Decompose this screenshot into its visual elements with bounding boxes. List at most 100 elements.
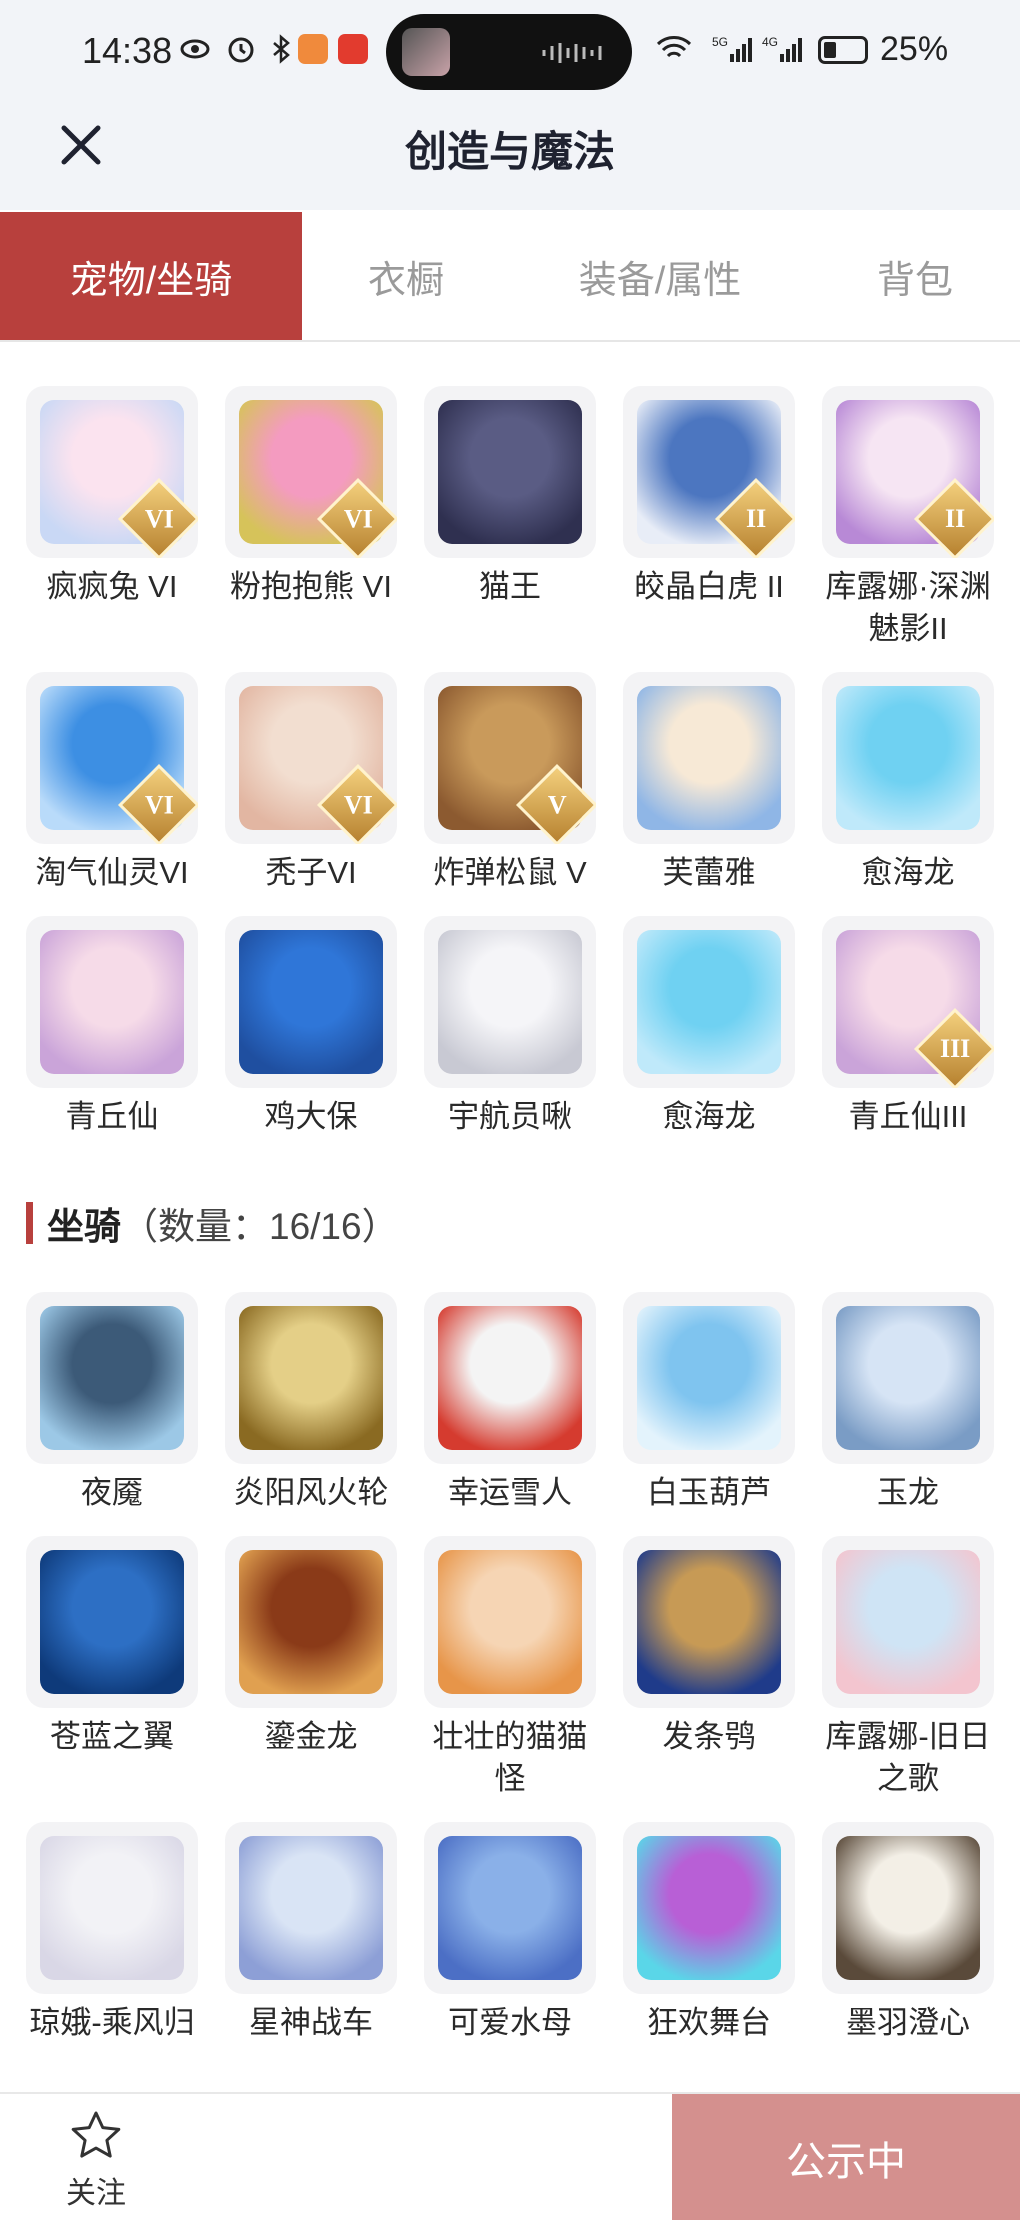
pet-item[interactable]: VI 淘气仙灵VI (26, 672, 198, 894)
mount-item[interactable]: 琼娥-乘风归 (26, 1822, 198, 2044)
pet-name: 库露娜·深渊魅影II (825, 569, 991, 646)
mount-item[interactable]: 炎阳风火轮 (225, 1292, 397, 1514)
level-badge-text: II (944, 504, 966, 533)
pet-item[interactable]: 愈海龙 (822, 672, 994, 894)
stage-icon (637, 1836, 781, 1980)
mount-item[interactable]: 苍蓝之翼 (26, 1536, 198, 1800)
public-button[interactable]: 公示中 (672, 2094, 1020, 2220)
gourd-icon (637, 1306, 781, 1450)
girl-icon (836, 1550, 980, 1694)
pet-item[interactable]: 愈海龙 (623, 916, 795, 1138)
tab-pets-mounts[interactable]: 宠物/坐骑 (0, 212, 302, 340)
mount-thumbnail (26, 1536, 198, 1708)
pet-item[interactable]: VI 粉抱抱熊 VI (225, 386, 397, 650)
signal-4g-icon: 4G (762, 35, 802, 62)
tab-wardrobe[interactable]: 衣橱 (302, 212, 510, 340)
owl-icon (637, 1550, 781, 1694)
pet-name: 猫王 (479, 569, 541, 604)
chariot-icon (239, 1836, 383, 1980)
fox-girl-icon (40, 930, 184, 1074)
cat-icon (438, 400, 582, 544)
pet-item[interactable]: 猫王 (424, 386, 596, 650)
sword-icon (836, 1836, 980, 1980)
mount-item[interactable]: 狂欢舞台 (623, 1822, 795, 2044)
mount-thumbnail (424, 1536, 596, 1708)
mount-name: 墨羽澄心 (846, 2005, 970, 2040)
mount-thumbnail (424, 1822, 596, 1994)
mount-name: 发条鸮 (662, 1719, 756, 1754)
tab-equipment[interactable]: 装备/属性 (510, 212, 810, 340)
pet-name: 淘气仙灵VI (35, 855, 189, 890)
level-badge-text: VI (144, 790, 174, 819)
nightmare-horse-icon (40, 1306, 184, 1450)
mount-item[interactable]: 库露娜-旧日之歌 (822, 1536, 994, 1800)
pet-item[interactable]: 芙蕾雅 (623, 672, 795, 894)
pet-thumbnail: V (424, 672, 596, 844)
pet-thumbnail (424, 386, 596, 558)
mount-thumbnail (822, 1822, 994, 1994)
follow-button[interactable]: 关注 (58, 2108, 134, 2212)
svg-text:5G: 5G (712, 35, 728, 49)
pet-name: 青丘仙III (848, 1099, 968, 1134)
pet-name: 鸡大保 (264, 1099, 358, 1134)
pet-item[interactable]: VI 疯疯兔 VI (26, 386, 198, 650)
pet-item[interactable]: 鸡大保 (225, 916, 397, 1138)
pet-item[interactable]: V 炸弹松鼠 V (424, 672, 596, 894)
pet-name: 青丘仙 (65, 1099, 159, 1134)
mount-thumbnail (623, 1822, 795, 1994)
mount-name: 鎏金龙 (264, 1719, 358, 1754)
pet-thumbnail (225, 916, 397, 1088)
mount-thumbnail (424, 1292, 596, 1464)
fairy-icon (40, 1836, 184, 1980)
pet-thumbnail (822, 672, 994, 844)
astronaut-icon (438, 930, 582, 1074)
section-count: （数量：16/16） (121, 1206, 399, 1247)
pet-thumbnail: VI (225, 386, 397, 558)
pet-name: 秃子VI (265, 855, 357, 890)
mount-thumbnail (822, 1292, 994, 1464)
mount-item[interactable]: 可爱水母 (424, 1822, 596, 2044)
mount-thumbnail (26, 1822, 198, 1994)
mount-item[interactable]: 幸运雪人 (424, 1292, 596, 1514)
mount-thumbnail (225, 1292, 397, 1464)
mount-name: 白玉葫芦 (647, 1475, 771, 1510)
pet-thumbnail (424, 916, 596, 1088)
jade-dragon-icon (836, 1306, 980, 1450)
blue-wing-icon (40, 1550, 184, 1694)
pet-thumbnail: II (822, 386, 994, 558)
top-nav: 创造与魔法 (0, 100, 1020, 210)
pet-item[interactable]: 宇航员啾 (424, 916, 596, 1138)
mount-name: 炎阳风火轮 (233, 1475, 389, 1510)
mount-item[interactable]: 鎏金龙 (225, 1536, 397, 1800)
mounts-grid: 夜魇 炎阳风火轮 幸运雪人 白玉葫芦 玉龙苍蓝之翼 鎏金龙 壮壮的猫猫怪 发条鸮 库露娜-旧日之… (26, 1292, 996, 2044)
wifi-icon (656, 36, 692, 58)
mount-item[interactable]: 夜魇 (26, 1292, 198, 1514)
pet-name: 皎晶白虎 II (634, 569, 784, 604)
level-badge-text: V (547, 790, 567, 819)
mount-item[interactable]: 墨羽澄心 (822, 1822, 994, 2044)
pet-item[interactable]: VI 秃子VI (225, 672, 397, 894)
mount-item[interactable]: 星神战车 (225, 1822, 397, 2044)
dynamic-island (386, 14, 632, 90)
tab-backpack[interactable]: 背包 (810, 212, 1020, 340)
pet-item[interactable]: II 库露娜·深渊魅影II (822, 386, 994, 650)
pet-thumbnail: II (623, 386, 795, 558)
pet-item[interactable]: 青丘仙 (26, 916, 198, 1138)
level-badge-text: III (939, 1033, 971, 1063)
mount-item[interactable]: 发条鸮 (623, 1536, 795, 1800)
bluetooth-icon (273, 34, 290, 64)
mount-item[interactable]: 白玉葫芦 (623, 1292, 795, 1514)
pet-name: 疯疯兔 VI (46, 569, 178, 604)
status-time: 14:38 (82, 30, 173, 71)
level-badge-text: VI (343, 504, 373, 533)
jellyfish-icon (438, 1836, 582, 1980)
mount-name: 可爱水母 (448, 2005, 572, 2040)
pet-item[interactable]: III 青丘仙III (822, 916, 994, 1138)
pet-item[interactable]: II 皎晶白虎 II (623, 386, 795, 650)
mount-name: 夜魇 (81, 1475, 143, 1510)
mount-name: 琼娥-乘风归 (29, 2005, 195, 2040)
pet-name: 愈海龙 (861, 855, 955, 890)
mount-item[interactable]: 壮壮的猫猫怪 (424, 1536, 596, 1800)
mount-item[interactable]: 玉龙 (822, 1292, 994, 1514)
page-title: 创造与魔法 (404, 128, 615, 175)
